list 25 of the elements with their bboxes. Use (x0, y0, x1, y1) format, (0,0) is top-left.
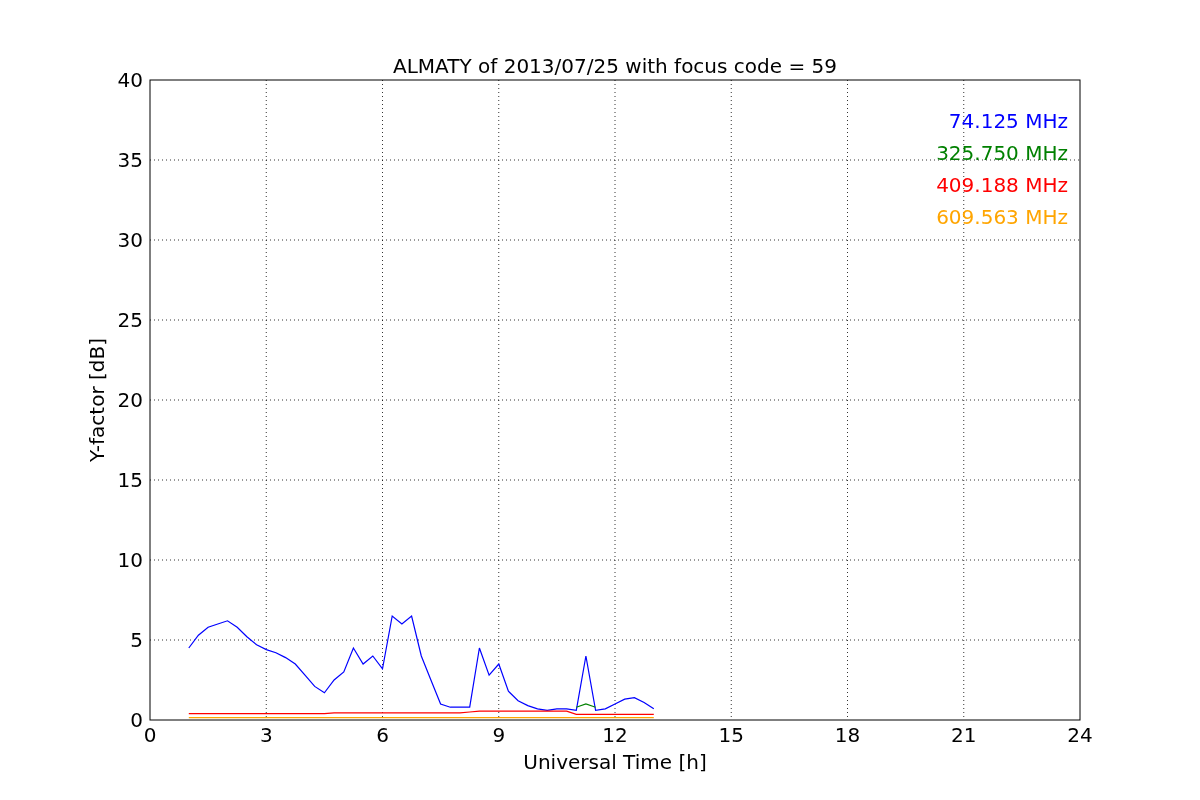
x-tick-label: 6 (376, 723, 389, 747)
x-tick-label: 12 (602, 723, 628, 747)
y-tick-label: 40 (117, 68, 143, 92)
y-tick-label: 20 (117, 388, 143, 412)
chart-title: ALMATY of 2013/07/25 with focus code = 59 (393, 54, 837, 78)
y-tick-label: 30 (117, 228, 143, 252)
legend-label: 609.563 MHz (936, 205, 1068, 229)
x-tick-label: 0 (143, 723, 157, 747)
y-tick-label: 5 (130, 628, 143, 652)
x-tick-label: 3 (259, 723, 273, 747)
x-tick-label: 18 (834, 723, 861, 747)
y-tick-label: 10 (117, 548, 143, 572)
y-tick-label: 0 (130, 708, 143, 732)
y-axis-label: Y-factor [dB] (85, 338, 109, 462)
y-tick-label: 35 (117, 148, 143, 172)
x-tick-label: 9 (492, 723, 506, 747)
x-tick-label: 24 (1067, 723, 1093, 747)
legend-label: 409.188 MHz (936, 173, 1068, 197)
legend-label: 325.750 MHz (936, 141, 1068, 165)
legend-label: 74.125 MHz (948, 109, 1068, 133)
y-tick-label: 15 (117, 468, 143, 492)
x-tick-label: 15 (718, 723, 744, 747)
x-axis-label: Universal Time [h] (523, 750, 707, 774)
y-tick-label: 25 (117, 308, 143, 332)
x-tick-label: 21 (951, 723, 977, 747)
